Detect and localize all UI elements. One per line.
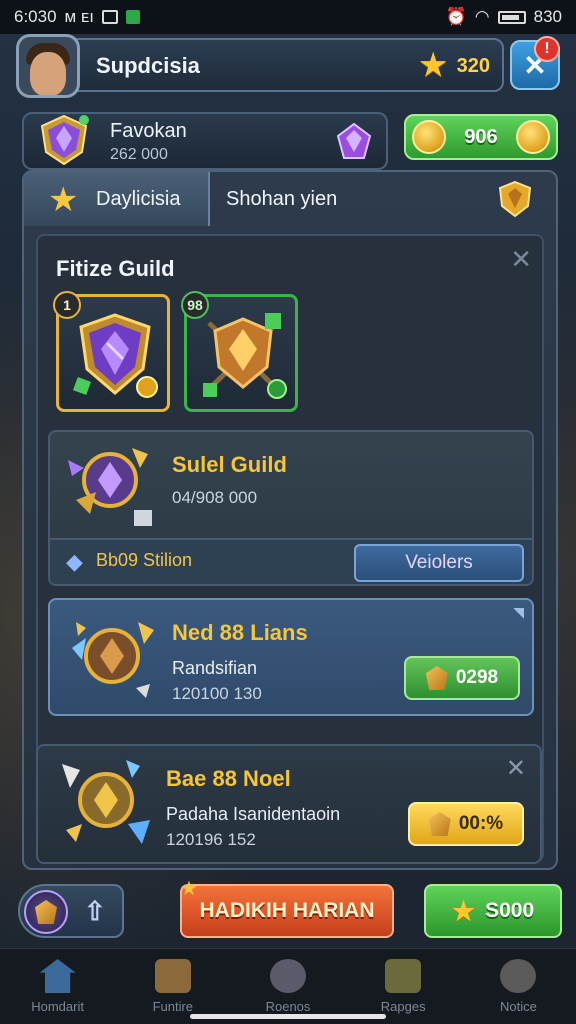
row-title: Ned 88 Lians: [172, 620, 308, 645]
list-item[interactable]: ◥ Ned 88 Lians Randsifian 120100 130 029…: [48, 598, 534, 716]
guild-card[interactable]: 98: [181, 291, 298, 412]
row-subtitle: Padaha Isanidentaoin: [166, 804, 341, 824]
coin-icon: [412, 120, 446, 154]
tab-daily-label: Daylicisia: [96, 188, 181, 210]
favor-bar[interactable]: Favokan 262 000: [22, 112, 388, 170]
star-counter[interactable]: ★ 320: [420, 51, 490, 81]
map-icon: [385, 959, 422, 993]
nav-label: Funtire: [152, 999, 194, 1014]
home-icon: [39, 959, 76, 993]
purchase-label: S000: [485, 899, 535, 922]
row-title: Bae 88 Noel: [166, 766, 291, 791]
list-item[interactable]: Sulel Guild 04/908 000 ◆ Bb09 Stilion Ve…: [48, 430, 534, 586]
close-icon[interactable]: ✕: [506, 754, 526, 783]
bronze-crest-icon: [72, 622, 154, 698]
gold-gem-icon: [428, 812, 451, 836]
chest-icon: [154, 959, 191, 993]
diamond-key-icon: ◆: [66, 549, 83, 574]
row-number: 04/908 000: [172, 488, 258, 507]
nav-item-rooms[interactable]: Roenos: [230, 949, 345, 1024]
row-title: Sulel Guild: [172, 452, 287, 477]
coin-balance-button[interactable]: 906: [404, 114, 558, 160]
tab-daily[interactable]: ★ Daylicisia: [24, 172, 210, 226]
price-label: 0298: [455, 667, 499, 688]
gear-icon: [500, 959, 537, 993]
coin-balance: 906: [464, 125, 498, 148]
upload-icon: ⇧: [84, 896, 106, 926]
home-indicator[interactable]: [190, 1014, 386, 1019]
bronze-shield-icon: [203, 313, 287, 399]
avatar-face: [30, 52, 66, 95]
star-badge-icon: ★: [180, 878, 198, 900]
wifi-icon: ◠: [474, 7, 490, 26]
favor-value: 262 000: [110, 146, 168, 163]
view-button[interactable]: Veiolers: [354, 544, 524, 582]
star-count-value: 320: [456, 54, 490, 77]
tab-other[interactable]: Shohan yien: [210, 172, 556, 228]
nav-label: Homdarit: [31, 999, 84, 1014]
list-item[interactable]: ✕ Bae 88 Noel Padaha Isanidentaoin 12019…: [36, 744, 542, 864]
footer-label: Bb09 Stilion: [96, 550, 193, 570]
guild-card[interactable]: 1: [53, 291, 170, 412]
daily-action-button[interactable]: HADIKIH HARIAN: [180, 884, 394, 938]
status-time: 6:030: [14, 7, 57, 26]
status-right-time: 830: [533, 7, 562, 26]
nav-label: Roenos: [265, 999, 311, 1014]
notification-badge: !: [534, 36, 560, 62]
star-icon: ★: [451, 896, 476, 926]
purchase-button[interactable]: ★ S000: [424, 884, 562, 938]
nav-item-home[interactable]: Homdarit: [0, 949, 115, 1024]
buy-button[interactable]: 0298: [404, 656, 520, 700]
row-footer: ◆ Bb09 Stilion Veiolers: [50, 538, 532, 584]
row-number: 120196 152: [166, 830, 256, 849]
guild-crest-icon: [68, 448, 152, 526]
nav-label: Notice: [499, 999, 537, 1014]
favor-title: Favokan: [110, 120, 187, 142]
status-left-glyphs: ᴍ ᴇı: [64, 7, 95, 26]
close-icon[interactable]: ✕: [510, 244, 532, 275]
profile-bar[interactable]: Supdcisia ★ 320: [16, 34, 504, 98]
purple-crystal-shield-icon: [40, 114, 89, 166]
gold-gem-icon: [35, 900, 57, 924]
diamond-orb-icon: [24, 890, 68, 934]
nav-item-furniture[interactable]: Funtire: [115, 949, 230, 1024]
notification-icon: [102, 10, 119, 24]
shield-nav-icon: [270, 959, 306, 993]
nav-item-pages[interactable]: Rapges: [346, 949, 461, 1024]
buy-button[interactable]: 00:%: [408, 802, 524, 846]
star-icon: ★: [419, 49, 447, 82]
gold-shield-icon[interactable]: [498, 180, 532, 218]
corner-arrow-icon: ◥: [513, 604, 524, 620]
section-title: Fitize Guild: [56, 256, 175, 281]
nav-item-notice[interactable]: Notice: [461, 949, 576, 1024]
status-bar: 6:030 ᴍ ᴇı ⏰ ◠ 830: [0, 0, 576, 34]
tab-bar: ★ Daylicisia Shohan yien: [24, 172, 556, 228]
coin-icon: [516, 120, 550, 154]
nav-label: Rapges: [380, 999, 426, 1014]
row-subtitle: Randsifian: [172, 658, 258, 678]
purple-gem-icon[interactable]: [332, 120, 376, 164]
battery-icon: [497, 10, 526, 24]
bottom-nav: Homdarit Funtire Roenos Rapges Notice: [0, 948, 576, 1024]
price-label: 00:%: [458, 813, 504, 834]
tab-other-label: Shohan yien: [226, 188, 338, 210]
star-key-icon: ★: [48, 181, 79, 219]
inventory-button[interactable]: ⇧: [18, 884, 124, 938]
row-number: 120100 130: [172, 684, 262, 703]
crystal-crest-icon: [62, 760, 150, 844]
alarm-icon: ⏰: [445, 7, 467, 26]
app-notification-icon: [126, 10, 141, 24]
purple-shield-icon: [73, 313, 158, 398]
avatar[interactable]: [16, 34, 80, 98]
player-name: Supdcisia: [96, 53, 200, 78]
gold-gem-icon: [425, 666, 448, 690]
